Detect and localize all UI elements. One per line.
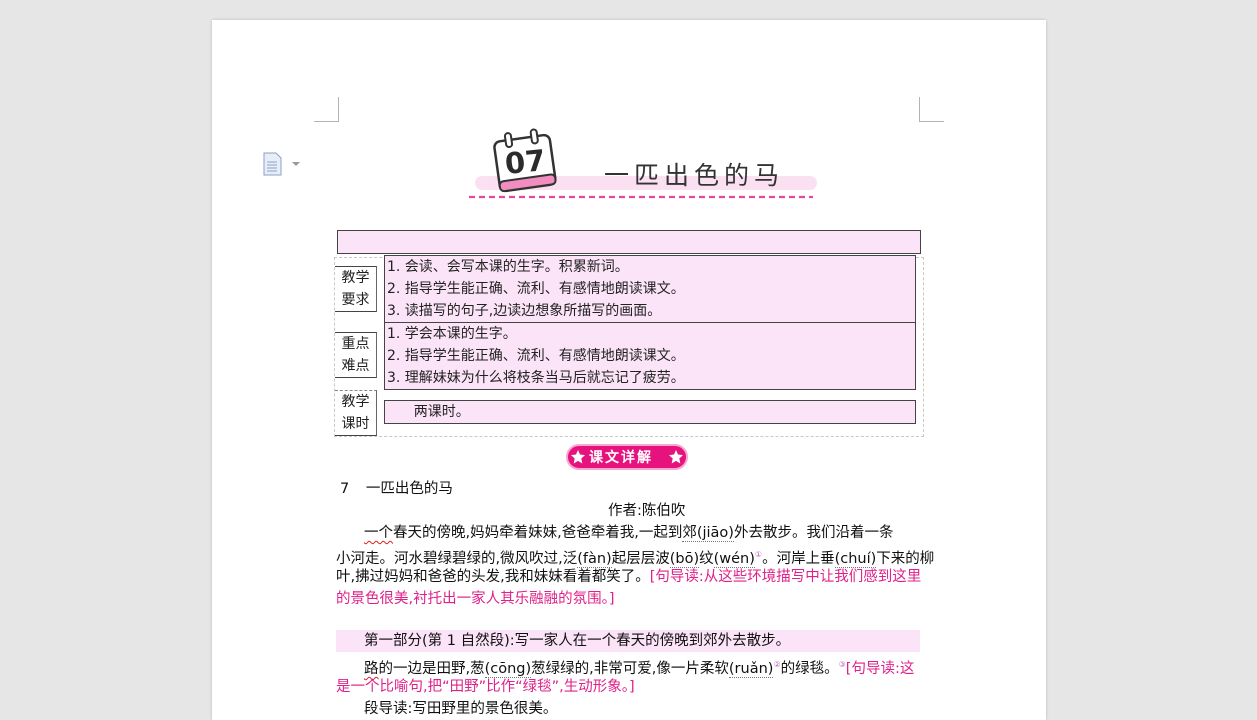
teaching-table: 教学 要求 1. 会读、会写本课的生字。积累新词。 2. 指导学生能正确、流利、有… [334, 255, 924, 437]
margin-corner-top-left [314, 97, 339, 122]
margin-corner-top-right [919, 97, 944, 122]
paragraph-1-line-3: 叶,拂过妈妈和爸爸的头发,我和妹妹看着都笑了。[句导读:从这些环境描写中让我们感… [336, 569, 922, 585]
author: 作者:陈伯吹 [608, 503, 686, 519]
periods-cell: 两课时。 [384, 400, 916, 424]
lesson-title: 一匹出色的马 [604, 161, 785, 190]
row-label-requirements: 教学 要求 [335, 266, 377, 312]
paragraph-2-line-2: 是一个比喻句,把“田野”比作“绿毯”,生动形象。] [336, 679, 635, 695]
requirements-cell: 1. 会读、会写本课的生字。积累新词。 2. 指导学生能正确、流利、有感情地朗读… [384, 255, 916, 323]
document-icon[interactable] [262, 152, 302, 176]
part-1-summary: 第一部分(第 1 自然段):写一家人在一个春天的傍晚到郊外去散步。 [364, 633, 791, 649]
paragraph-1-line-2: 小河走。河水碧绿碧绿的,微风吹过,泛(fàn)起层层波(bō)纹(wén)①。河… [336, 550, 935, 568]
paragraph-guide: 段导读:写田野里的景色很美。 [364, 701, 558, 717]
paragraph-2-line-1: 路的一边是田野,葱(cōng)葱绿绿的,非常可爱,像一片柔软(ruǎn)②的绿毯… [364, 660, 915, 678]
row-label-key-points: 重点 难点 [335, 332, 377, 378]
text-heading: 7 一匹出色的马 [340, 481, 453, 497]
document-page: 07 一匹出色的马 教学 要求 1. 会读、会写本课的生字。积累新词。 2. 指导… [212, 20, 1046, 720]
paragraph-1-line-1: 一个春天的傍晚,妈妈牵着妹妹,爸爸牵着我,一起到郊(jiāo)外去散步。我们沿着… [364, 525, 894, 542]
paragraph-1-line-4: 的景色很美,衬托出一家人其乐融融的氛围。] [336, 591, 615, 607]
section-badge-label: 课文详解 [589, 450, 653, 466]
lesson-number: 07 [503, 142, 548, 182]
key-points-cell: 1. 学会本课的生字。 2. 指导学生能正确、流利、有感情地朗读课文。 3. 理… [384, 322, 916, 390]
table-header-bar [337, 230, 921, 254]
row-label-periods: 教学 课时 [335, 390, 377, 436]
